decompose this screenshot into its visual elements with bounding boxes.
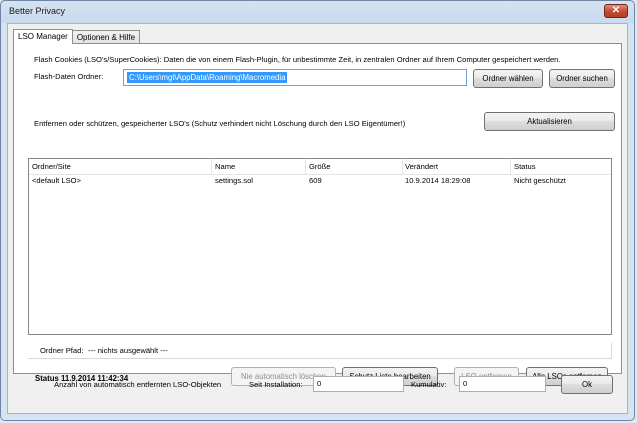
cell-name: settings.sol	[215, 176, 253, 185]
search-folder-button[interactable]: Ordner suchen	[549, 69, 615, 88]
flash-folder-value: C:\Users\mgt\AppData\Roaming\Macromedia	[127, 72, 288, 83]
table-row[interactable]: <default LSO> settings.sol 609 10.9.2014…	[29, 174, 611, 188]
column-divider	[211, 159, 212, 174]
tab-options-help[interactable]: Optionen & Hilfe	[71, 30, 141, 43]
choose-folder-button[interactable]: Ordner wählen	[473, 69, 543, 88]
cumulative-field[interactable]: 0	[459, 376, 546, 392]
folder-label: Flash-Daten Ordner:	[34, 72, 104, 81]
lso-manager-panel: Flash Cookies (LSO's/SuperCookies): Date…	[13, 43, 622, 386]
column-divider	[305, 159, 306, 174]
cell-status: Nicht geschützt	[514, 176, 566, 185]
cell-size: 609	[309, 176, 322, 185]
window-title: Better Privacy	[9, 6, 66, 16]
client-area: LSO Manager Optionen & Hilfe Flash Cooki…	[7, 23, 628, 414]
cell-modified: 10.9.2014 18:29:08	[405, 176, 471, 185]
tab-strip: LSO Manager Optionen & Hilfe	[13, 29, 141, 44]
flash-cookie-description: Flash Cookies (LSO's/SuperCookies): Date…	[34, 55, 561, 64]
lso-list[interactable]: Ordner/Site Name Größe Verändert Status …	[28, 158, 612, 335]
tab-lso-manager[interactable]: LSO Manager	[13, 29, 73, 44]
cell-site: <default LSO>	[32, 176, 81, 185]
column-header-modified[interactable]: Verändert	[405, 162, 438, 171]
column-divider	[510, 159, 511, 174]
column-header-name[interactable]: Name	[215, 162, 235, 171]
since-install-field[interactable]: 0	[313, 376, 404, 392]
column-header-size[interactable]: Größe	[309, 162, 331, 171]
app-window: Better Privacy ✕ LSO Manager Optionen & …	[0, 0, 635, 421]
cumulative-label: Kumulativ:	[411, 380, 447, 389]
list-header: Ordner/Site Name Größe Verändert Status	[29, 159, 611, 175]
since-install-label: Seit Installation:	[249, 380, 303, 389]
refresh-button[interactable]: Aktualisieren	[484, 112, 615, 131]
folder-path-value: --- nichts ausgewählt ---	[88, 346, 168, 355]
column-divider	[402, 159, 403, 174]
title-bar: Better Privacy ✕	[1, 1, 634, 23]
column-header-status[interactable]: Status	[514, 162, 536, 171]
auto-removed-count-label: Anzahl von automatisch entfernten LSO-Ob…	[54, 380, 222, 389]
column-header-site[interactable]: Ordner/Site	[32, 162, 71, 171]
folder-path-label: Ordner Pfad:	[40, 346, 84, 355]
close-button[interactable]: ✕	[604, 4, 628, 18]
protect-note: Entfernen oder schützen, gespeicherter L…	[34, 119, 406, 128]
folder-path-line: Ordner Pfad: --- nichts ausgewählt ---	[28, 343, 612, 359]
ok-button[interactable]: Ok	[561, 375, 613, 394]
close-icon: ✕	[611, 5, 621, 16]
flash-folder-input[interactable]: C:\Users\mgt\AppData\Roaming\Macromedia	[123, 69, 467, 86]
